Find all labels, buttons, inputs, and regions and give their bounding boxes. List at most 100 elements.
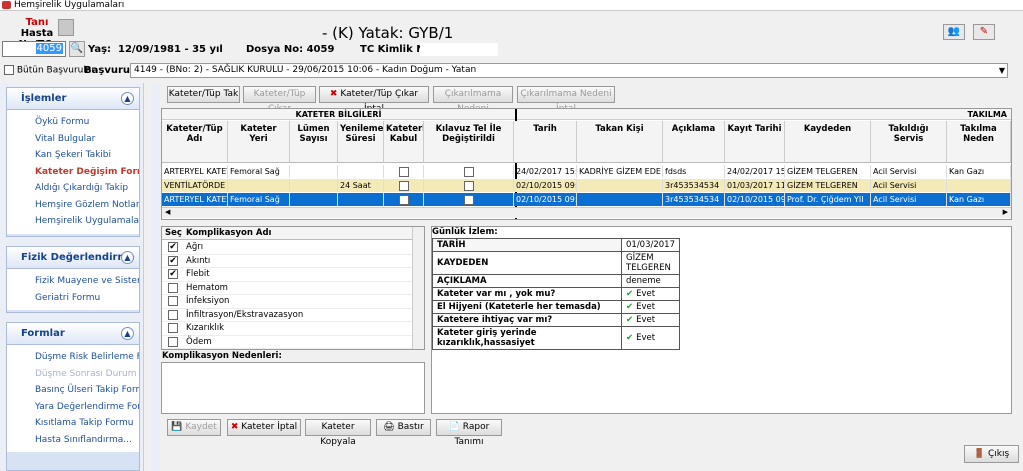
column-header[interactable]: Kateter/Tüp Adı <box>162 121 228 163</box>
search-icon[interactable]: 🔍 <box>69 41 85 57</box>
checkbox[interactable] <box>464 194 474 205</box>
sidebar-item-fizik-muayene[interactable]: Fizik Muayene ve Sistem ... <box>7 273 139 290</box>
sidebar-item-kateter[interactable]: Kateter Değişim Formu <box>7 164 139 181</box>
checkbox[interactable] <box>464 166 474 177</box>
column-header[interactable]: Tarih <box>514 121 577 163</box>
list-item[interactable]: Akıntı <box>162 255 412 268</box>
list-item[interactable]: İnfiltrasyon/Ekstravazasyon <box>162 309 412 322</box>
tak-button[interactable]: Kateter/Tüp Tak <box>167 86 240 103</box>
list-item[interactable]: Ağrı <box>162 241 412 255</box>
table-cell <box>228 179 290 192</box>
collapse-icon[interactable]: ▲ <box>121 251 134 264</box>
sidebar-item-yara[interactable]: Yara Değerlendirme Formu <box>7 399 139 416</box>
checkbox[interactable] <box>168 255 178 266</box>
check-icon: ✔ <box>626 315 637 325</box>
photo-icon[interactable] <box>58 19 74 36</box>
checkbox[interactable] <box>168 336 178 347</box>
sidebar-item-basinc[interactable]: Basınç Ülseri Takip Formu <box>7 382 139 399</box>
collapse-icon[interactable]: ▲ <box>121 92 134 105</box>
table-cell <box>424 179 514 192</box>
report-icon[interactable]: ✎ <box>973 24 995 40</box>
list-item[interactable]: Hematom <box>162 282 412 295</box>
table-cell: 24 Saat <box>338 179 384 192</box>
sidebar-item-vital[interactable]: Vital Bulgular <box>7 131 139 148</box>
panel-formlar: Formlar▲ Düşme Risk Belirleme Formu Düşm… <box>6 322 140 471</box>
kateter-iptal-button[interactable]: ✖ Kateter İptal <box>227 419 301 436</box>
sidebar-item-hasta-sinif[interactable]: Hasta Sınıflandırma... <box>7 432 139 449</box>
rapor-tanimi-button[interactable]: 📄 Rapor Tanımı <box>436 419 502 447</box>
basvuru-label: Başvuru: <box>84 65 135 76</box>
list-item[interactable]: İnfeksiyon <box>162 295 412 309</box>
cikarilmama-button[interactable]: Çıkarılmama Nedeni <box>433 86 513 114</box>
table-cell: GİZEM TELGEREN <box>785 179 871 192</box>
users-icon[interactable]: 👥 <box>943 24 965 40</box>
column-header[interactable]: Kateterli Kabul <box>384 121 424 163</box>
checkbox[interactable] <box>399 180 409 191</box>
column-header[interactable]: Kateter Yeri <box>228 121 290 163</box>
scroll-left-icon[interactable]: ◀ <box>165 208 170 216</box>
column-header[interactable]: Lümen Sayısı <box>290 121 338 163</box>
column-header[interactable]: Takan Kişi <box>577 121 663 163</box>
komplikasyon-nedenleri-input[interactable] <box>161 362 425 414</box>
cikar-iptal-button[interactable]: ✖ Kateter/Tüp Çıkar İptal <box>319 86 429 114</box>
sidebar-item-dusme-sonrasi[interactable]: Düşme Sonrası Durum Beli... <box>7 366 139 383</box>
group-header-takilma: TAKILMA <box>515 109 1011 120</box>
table-row: KAYDEDEN GİZEM TELGEREN <box>432 251 680 275</box>
column-header[interactable]: Takıldığı Servis <box>871 121 947 163</box>
islemler-list: Öykü Formu Vital Bulgular Kan Şekeri Tak… <box>7 110 139 234</box>
hasta-no-input[interactable]: 4059 <box>2 41 66 57</box>
gunluk-key: El Hijyeni (Kateterle her temasda) <box>432 300 622 314</box>
kateter-kopyala-button[interactable]: Kateter Kopyala <box>305 419 371 447</box>
panel-header-formlar[interactable]: Formlar ▲ <box>7 323 139 345</box>
checkbox[interactable] <box>399 194 409 205</box>
panel-header-fizik[interactable]: Fizik Değerlendirme ▲ <box>7 247 139 269</box>
checkbox[interactable] <box>168 242 178 252</box>
cikis-button[interactable]: 🚪 Çıkış <box>964 445 1019 463</box>
bastir-button[interactable]: 🖨 Bastır <box>376 419 431 436</box>
table-row[interactable]: ARTERYEL KATETI Femoral Sağ 24/02/2017 15:… <box>162 165 1011 178</box>
column-header[interactable]: Takılma Neden <box>947 121 1011 163</box>
checkbox[interactable] <box>168 309 178 320</box>
sidebar-scrollbar[interactable] <box>143 83 151 471</box>
kaydet-button[interactable]: 💾 Kaydet <box>167 419 221 436</box>
panel-header-islemler[interactable]: İşlemler ▲ <box>7 88 139 110</box>
butun-checkbox[interactable] <box>4 65 14 75</box>
table-cell <box>424 165 514 178</box>
checkbox[interactable] <box>168 296 178 306</box>
column-header[interactable]: Kaydeden <box>785 121 871 163</box>
sidebar-item-uygulamalar[interactable]: Hemşirelik Uygulamaları v... <box>7 213 139 230</box>
butun-basvurular[interactable]: Bütün Başvurular <box>4 65 95 76</box>
column-header[interactable]: Açıklama <box>663 121 725 163</box>
komplikasyon-nedenleri-label: Komplikasyon Nedenleri: <box>162 351 282 361</box>
checkbox[interactable] <box>168 323 178 333</box>
cikarilmama-iptal-button[interactable]: Çıkarılmama Nedeni İptal <box>517 86 615 114</box>
checkbox[interactable] <box>464 180 474 191</box>
sidebar-item-geriatri[interactable]: Geriatri Formu <box>7 290 139 307</box>
table-row: Kateter giriş yerinde kızarıklık,hassasi… <box>432 326 680 350</box>
list-item[interactable]: Ödem <box>162 336 412 349</box>
column-header[interactable]: Yenileme Süresi <box>338 121 384 163</box>
scroll-right-icon[interactable]: ▶ <box>1003 208 1008 216</box>
collapse-icon[interactable]: ▲ <box>121 327 134 340</box>
list-item[interactable]: Flebit <box>162 268 412 282</box>
gunluk-value-text: Evet <box>636 315 656 325</box>
sidebar-item-aldigi[interactable]: Aldığı Çıkardığı Takip <box>7 180 139 197</box>
checkbox[interactable] <box>168 269 178 279</box>
cikar-button[interactable]: Kateter/Tüp Çıkar <box>243 86 316 114</box>
table-row[interactable]: VENTİLATÖRDE H. 24 Saat 02/10/2015 09:1 3r4… <box>162 179 1011 192</box>
checkbox[interactable] <box>399 166 409 177</box>
grid-hscrollbar[interactable]: ◀ ▶ <box>162 207 1011 218</box>
table-row[interactable]: ARTERYEL KATETI Femoral Sağ 02/10/2015 09:… <box>162 193 1011 206</box>
basvuru-select[interactable]: 4149 - (BNo: 2) - SAĞLIK KURULU - 29/06/… <box>130 63 1008 78</box>
sidebar-item-kisitlama[interactable]: Kısıtlama Takip Formu <box>7 415 139 432</box>
sidebar-item-dusme-risk[interactable]: Düşme Risk Belirleme Formu <box>7 349 139 366</box>
column-header[interactable]: Kayıt Tarihi <box>725 121 785 163</box>
sidebar-item-kan-sekeri[interactable]: Kan Şekeri Takibi <box>7 147 139 164</box>
list-item[interactable]: Kızarıklık <box>162 322 412 336</box>
group-header-kateter: KATETER BİLGİLERİ <box>162 109 515 120</box>
column-header[interactable]: Kılavuz Tel İle Değiştirildi <box>424 121 514 163</box>
komplikasyon-scrollbar[interactable] <box>412 227 424 349</box>
sidebar-item-gozlem[interactable]: Hemşire Gözlem Notları <box>7 197 139 214</box>
checkbox[interactable] <box>168 282 178 293</box>
sidebar-item-oyku[interactable]: Öykü Formu <box>7 114 139 131</box>
